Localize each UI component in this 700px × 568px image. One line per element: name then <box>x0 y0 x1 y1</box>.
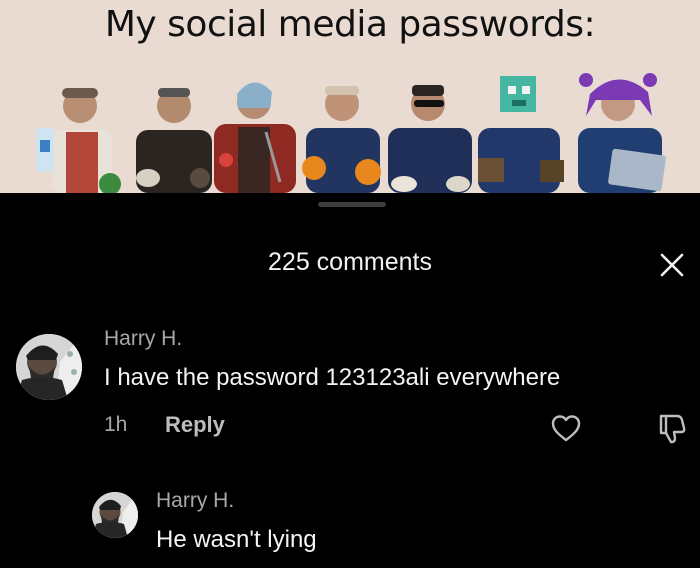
figure-1 <box>36 88 121 193</box>
comment-author[interactable]: Harry H. <box>156 489 234 513</box>
comment-text: He wasn't lying <box>156 526 317 553</box>
figure-3 <box>214 82 296 193</box>
comment-time: 1h <box>104 413 128 436</box>
close-icon[interactable] <box>656 249 688 281</box>
drag-handle[interactable] <box>318 202 386 207</box>
figure-2 <box>136 88 212 193</box>
avatar[interactable] <box>92 492 138 538</box>
reply-button[interactable]: Reply <box>165 412 225 438</box>
thumbs-down-icon[interactable] <box>655 411 689 445</box>
avatar-image <box>92 492 138 538</box>
comment-text: I have the password 123123ali everywhere <box>104 364 561 391</box>
meme-image: My social media passwords: <box>0 0 700 193</box>
comments-count: 225 comments <box>268 248 432 276</box>
comments-panel: 225 comments Harry H. I have the passwor… <box>0 193 700 568</box>
avatar[interactable] <box>16 334 82 400</box>
meme-title: My social media passwords: <box>104 4 596 45</box>
figure-6 <box>478 76 564 193</box>
meme-figures-illustration <box>36 73 666 193</box>
comment-author[interactable]: Harry H. <box>104 327 182 351</box>
heart-icon[interactable] <box>550 413 582 443</box>
avatar-image <box>16 334 82 400</box>
figure-7 <box>578 73 666 193</box>
